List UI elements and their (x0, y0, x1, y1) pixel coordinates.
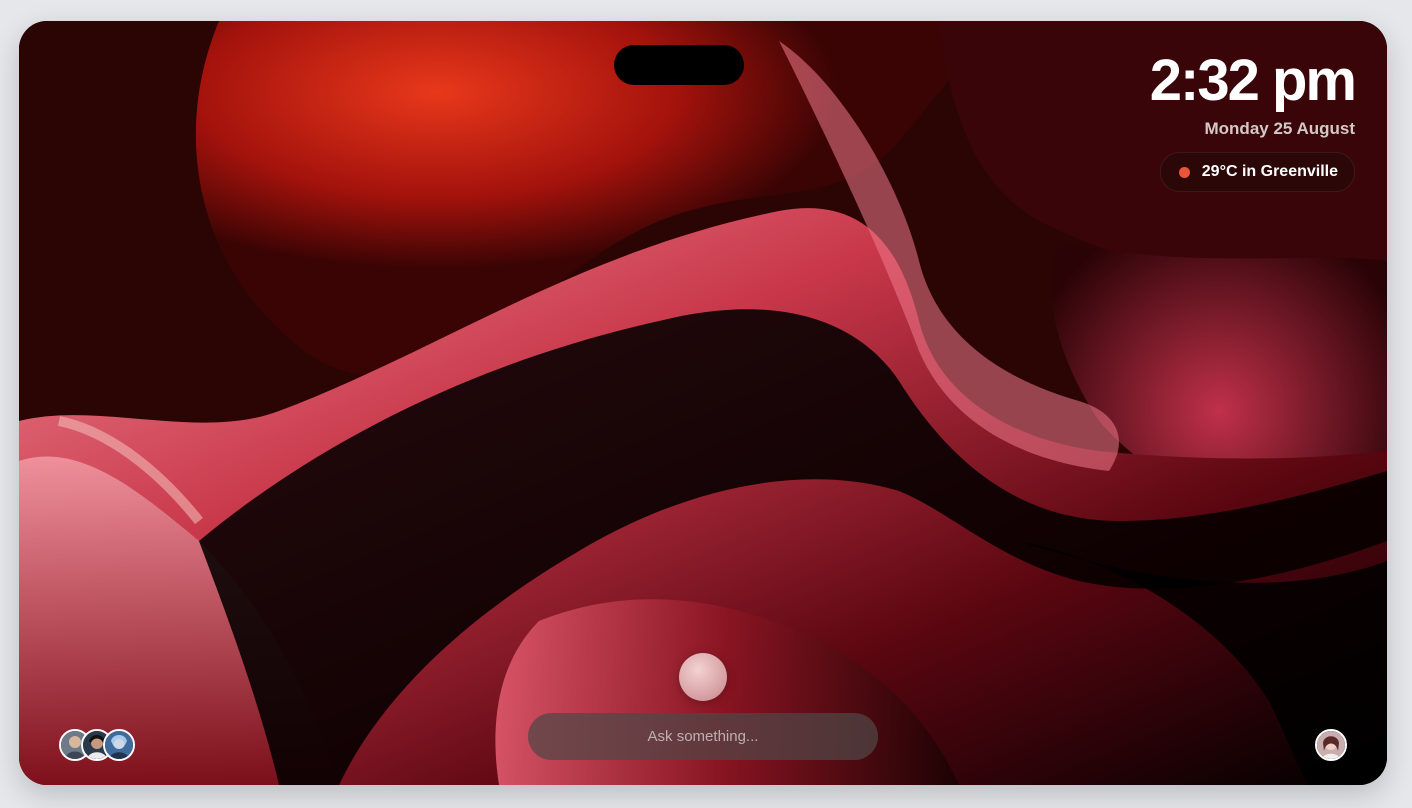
clock-date: Monday 25 August (1204, 119, 1356, 138)
ask-input[interactable] (528, 713, 878, 760)
weather-label: 29°C in Greenville (1201, 163, 1338, 180)
avatar[interactable] (103, 729, 135, 761)
assistant-orb-button[interactable] (679, 653, 727, 701)
lock-screen: 2:32 pm Monday 25 August 29°C in Greenvi… (19, 21, 1387, 785)
user-avatar[interactable] (1315, 729, 1347, 761)
clock-widget: 2:32 pm Monday 25 August (1149, 48, 1357, 139)
participant-avatars[interactable] (59, 729, 135, 761)
weather-pill[interactable]: 29°C in Greenville (1159, 152, 1355, 192)
clock-time: 2:32 pm (1149, 48, 1357, 113)
camera-notch (614, 45, 744, 85)
weather-status-dot-icon (1178, 166, 1190, 178)
